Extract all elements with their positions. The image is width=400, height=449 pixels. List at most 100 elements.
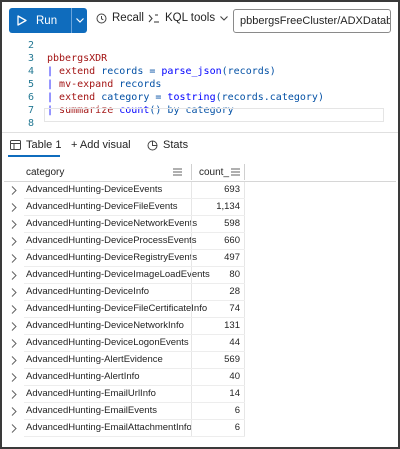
cell-count: 44 — [229, 337, 240, 348]
expand-row-icon[interactable] — [9, 389, 19, 400]
cell-divider — [244, 369, 245, 386]
code-line[interactable]: 4 | extend records = parse_json(records) — [2, 65, 398, 78]
kql-tools-icon — [148, 13, 159, 23]
cell-count: 6 — [234, 405, 240, 416]
cluster-database-selector[interactable]: pbbergsFreeCluster/ADXDatabase — [233, 9, 391, 33]
play-icon — [17, 15, 27, 26]
cell-count: 6 — [234, 422, 240, 433]
kql-tools-menu[interactable]: KQL tools — [148, 12, 228, 24]
code-token: | — [47, 66, 60, 77]
cell-count: 569 — [224, 354, 240, 365]
cell-divider — [244, 199, 245, 216]
expand-row-icon[interactable] — [9, 202, 19, 213]
table-row[interactable]: AdvancedHunting-DeviceNetworkEvents 598 — [4, 216, 396, 233]
cell-divider — [244, 386, 245, 403]
line-number: 5 — [27, 79, 34, 90]
run-button[interactable]: Run — [9, 8, 71, 33]
tab-label: Table 1 — [26, 139, 62, 151]
cell-category: AdvancedHunting-DeviceInfo — [26, 286, 150, 297]
line-number: 8 — [27, 118, 34, 129]
expand-row-icon[interactable] — [9, 338, 19, 349]
code-token: tostring — [167, 92, 216, 103]
expand-row-icon[interactable] — [9, 270, 19, 281]
cell-divider — [244, 284, 245, 301]
cell-divider — [244, 420, 245, 437]
line-number: 4 — [27, 66, 34, 77]
table-row[interactable]: AdvancedHunting-DeviceProcessEvents 660 — [4, 233, 396, 250]
expand-row-icon[interactable] — [9, 372, 19, 383]
tab-label: + Add visual — [71, 139, 131, 151]
table-row[interactable]: AdvancedHunting-AlertEvidence 569 — [4, 352, 396, 369]
expand-row-icon[interactable] — [9, 185, 19, 196]
table-row[interactable]: AdvancedHunting-AlertInfo 40 — [4, 369, 396, 386]
cell-count: 598 — [224, 218, 240, 229]
cell-category: AdvancedHunting-DeviceImageLoadEvents — [26, 269, 210, 280]
active-tab-indicator — [8, 155, 60, 157]
code-token: pbbergsXDR — [47, 53, 108, 64]
column-menu-icon[interactable] — [231, 168, 240, 176]
code-text: | extend category = tostring(records.cat… — [47, 92, 324, 103]
grid-header: category count_ — [4, 162, 396, 182]
table-row[interactable]: AdvancedHunting-DeviceRegistryEvents 497 — [4, 250, 396, 267]
cell-divider — [244, 250, 245, 267]
cell-divider — [244, 403, 245, 420]
table-row[interactable]: AdvancedHunting-DeviceImageLoadEvents 80 — [4, 267, 396, 284]
kql-tools-label: KQL tools — [165, 12, 216, 24]
expand-row-icon[interactable] — [9, 304, 19, 315]
column-header-label: count_ — [199, 166, 230, 178]
cell-divider — [244, 352, 245, 369]
tab-stats[interactable]: Stats — [147, 139, 188, 151]
code-token: extend — [59, 92, 96, 103]
table-row[interactable]: AdvancedHunting-EmailAttachmentInfo 6 — [4, 420, 396, 437]
stats-icon — [147, 140, 158, 150]
column-divider[interactable] — [191, 164, 192, 180]
table-row[interactable]: AdvancedHunting-DeviceInfo 28 — [4, 284, 396, 301]
tab-table-1[interactable]: Table 1 — [10, 139, 61, 151]
code-text: | mv-expand records — [47, 79, 161, 90]
code-line[interactable]: 6 | extend category = tostring(records.ca… — [2, 91, 398, 104]
row-divider — [24, 436, 245, 437]
expand-row-icon[interactable] — [9, 321, 19, 332]
cell-divider — [244, 318, 245, 335]
cell-count: 28 — [229, 286, 240, 297]
table-row[interactable]: AdvancedHunting-DeviceFileEvents 1,134 — [4, 199, 396, 216]
expand-row-icon[interactable] — [9, 287, 19, 298]
expand-row-icon[interactable] — [9, 355, 19, 366]
expand-row-icon[interactable] — [9, 406, 19, 417]
line-number: 2 — [27, 40, 34, 51]
cell-count: 74 — [229, 303, 240, 314]
table-row[interactable]: AdvancedHunting-DeviceLogonEvents 44 — [4, 335, 396, 352]
code-token: records — [113, 79, 162, 90]
expand-row-icon[interactable] — [9, 423, 19, 434]
code-token: extend — [59, 66, 96, 77]
column-divider[interactable] — [244, 164, 245, 180]
recall-button[interactable]: Recall — [96, 12, 144, 24]
cell-divider — [244, 301, 245, 318]
expand-row-icon[interactable] — [9, 236, 19, 247]
run-options-dropdown[interactable] — [71, 8, 87, 33]
expand-row-icon[interactable] — [9, 219, 19, 230]
table-row[interactable]: AdvancedHunting-DeviceNetworkInfo 131 — [4, 318, 396, 335]
code-line[interactable]: 3 pbbergsXDR — [2, 52, 398, 65]
chevron-down-icon — [75, 18, 84, 23]
line-number: 6 — [27, 92, 34, 103]
cell-category: AdvancedHunting-DeviceRegistryEvents — [26, 252, 198, 263]
query-window: Run Recall KQL tools pbbergsFreeCluster/… — [0, 0, 400, 449]
table-row[interactable]: AdvancedHunting-EmailUrlInfo 14 — [4, 386, 396, 403]
code-line[interactable]: 5 | mv-expand records — [2, 78, 398, 91]
cell-category: AdvancedHunting-EmailUrlInfo — [26, 388, 156, 399]
table-row[interactable]: AdvancedHunting-DeviceFileCertificateInf… — [4, 301, 396, 318]
table-row[interactable]: AdvancedHunting-EmailEvents 6 — [4, 403, 396, 420]
table-icon — [10, 140, 21, 150]
column-header-category[interactable]: category — [26, 162, 191, 182]
tab-add-visual[interactable]: + Add visual — [71, 139, 131, 151]
results-tabs: Table 1 + Add visual Stats — [2, 132, 398, 158]
column-menu-icon[interactable] — [173, 168, 182, 176]
cell-divider — [244, 182, 245, 199]
code-line[interactable]: 2 — [2, 39, 398, 52]
recall-label: Recall — [112, 12, 144, 24]
expand-row-icon[interactable] — [9, 253, 19, 264]
table-row[interactable]: AdvancedHunting-DeviceEvents 693 — [4, 182, 396, 199]
cell-category: AdvancedHunting-DeviceLogonEvents — [26, 337, 189, 348]
column-header-label: category — [26, 166, 65, 178]
